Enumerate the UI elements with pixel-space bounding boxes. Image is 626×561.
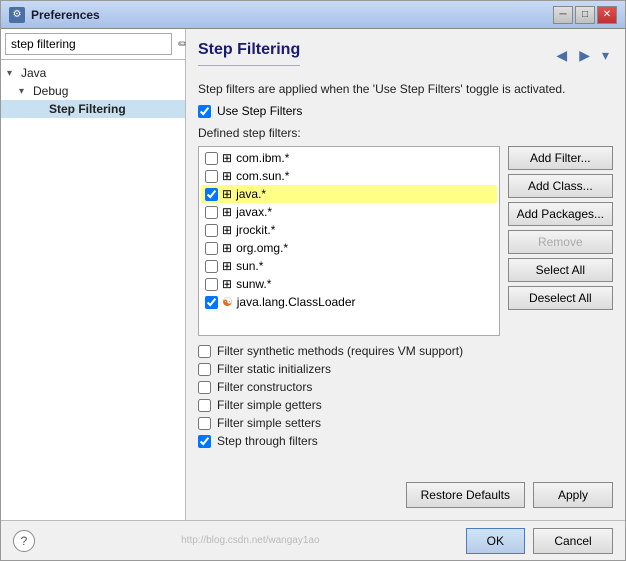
minimize-button[interactable]: ─ <box>553 6 573 24</box>
content-area: ✏ ▾ Java ▾ Debug Step Filtering S <box>1 29 625 520</box>
help-button[interactable]: ? <box>13 530 35 552</box>
add-class-button[interactable]: Add Class... <box>508 174 613 198</box>
list-item[interactable]: ⊞ javax.* <box>201 203 497 221</box>
filter-synthetic-row: Filter synthetic methods (requires VM su… <box>198 344 613 358</box>
window-controls: ─ □ ✕ <box>553 6 617 24</box>
filter-checkbox-sunw[interactable] <box>205 278 218 291</box>
filter-action-buttons: Add Filter... Add Class... Add Packages.… <box>508 146 613 336</box>
add-packages-button[interactable]: Add Packages... <box>508 202 613 226</box>
list-item[interactable]: ⊞ com.sun.* <box>201 167 497 185</box>
tree-arrow-java: ▾ <box>7 68 19 79</box>
page-title: Step Filtering <box>198 41 300 66</box>
remove-button[interactable]: Remove <box>508 230 613 254</box>
list-item[interactable]: ⊞ jrockit.* <box>201 221 497 239</box>
sidebar-label-java: Java <box>21 66 46 80</box>
maximize-button[interactable]: □ <box>575 6 595 24</box>
nav-toolbar: ◀ ▶ ▾ <box>552 45 613 66</box>
filter-static-row: Filter static initializers <box>198 362 613 376</box>
restore-defaults-button[interactable]: Restore Defaults <box>406 482 525 508</box>
ok-button[interactable]: OK <box>466 528 525 554</box>
filter-checkbox-classloader[interactable] <box>205 296 218 309</box>
deselect-all-button[interactable]: Deselect All <box>508 286 613 310</box>
use-step-filters-row: Use Step Filters <box>198 104 613 118</box>
search-box: ✏ <box>1 29 185 60</box>
filter-list-container: ⊞ com.ibm.* ⊞ com.sun.* ⊞ java.* <box>198 146 613 336</box>
use-step-filters-checkbox[interactable] <box>198 105 211 118</box>
footer-bar: ? http://blog.csdn.net/wangay1ao OK Canc… <box>1 520 625 560</box>
nav-back-button[interactable]: ◀ <box>552 45 571 66</box>
step-through-label[interactable]: Step through filters <box>217 434 318 448</box>
filter-constructors-row: Filter constructors <box>198 380 613 394</box>
filter-setters-checkbox[interactable] <box>198 417 211 430</box>
sidebar-item-java[interactable]: ▾ Java <box>1 64 185 82</box>
filter-checkbox-sun[interactable] <box>205 260 218 273</box>
filter-synthetic-checkbox[interactable] <box>198 345 211 358</box>
sidebar-item-step-filtering[interactable]: Step Filtering <box>1 100 185 118</box>
tree-area: ▾ Java ▾ Debug Step Filtering <box>1 60 185 520</box>
sidebar-label-debug: Debug <box>33 84 68 98</box>
watermark: http://blog.csdn.net/wangay1ao <box>181 535 319 546</box>
list-item[interactable]: ⊞ com.ibm.* <box>201 149 497 167</box>
footer-buttons: OK Cancel <box>466 528 613 554</box>
use-step-filters-label[interactable]: Use Step Filters <box>217 104 302 118</box>
sidebar-label-step-filtering: Step Filtering <box>49 102 126 116</box>
filter-constructors-label[interactable]: Filter constructors <box>217 380 312 394</box>
step-through-checkbox[interactable] <box>198 435 211 448</box>
filter-checkbox-com-ibm[interactable] <box>205 152 218 165</box>
step-through-row: Step through filters <box>198 434 613 448</box>
select-all-button[interactable]: Select All <box>508 258 613 282</box>
main-panel: Step Filtering ◀ ▶ ▾ Step filters are ap… <box>186 29 625 520</box>
filter-constructors-checkbox[interactable] <box>198 381 211 394</box>
window-icon: ⚙ <box>9 7 25 23</box>
filter-setters-label[interactable]: Filter simple setters <box>217 416 321 430</box>
sidebar: ✏ ▾ Java ▾ Debug Step Filtering <box>1 29 186 520</box>
list-item[interactable]: ⊞ sunw.* <box>201 275 497 293</box>
filter-static-checkbox[interactable] <box>198 363 211 376</box>
add-filter-button[interactable]: Add Filter... <box>508 146 613 170</box>
preferences-window: ⚙ Preferences ─ □ ✕ ✏ ▾ Java ▾ Debug <box>0 0 626 561</box>
close-button[interactable]: ✕ <box>597 6 617 24</box>
title-bar: ⚙ Preferences ─ □ ✕ <box>1 1 625 29</box>
tree-arrow-debug: ▾ <box>19 86 31 97</box>
nav-forward-button[interactable]: ▶ <box>575 45 594 66</box>
list-item[interactable]: ⊞ sun.* <box>201 257 497 275</box>
list-item[interactable]: ⊞ org.omg.* <box>201 239 497 257</box>
description-text: Step filters are applied when the 'Use S… <box>198 82 613 96</box>
filter-checkbox-com-sun[interactable] <box>205 170 218 183</box>
filter-checkbox-org-omg[interactable] <box>205 242 218 255</box>
sidebar-item-debug[interactable]: ▾ Debug <box>1 82 185 100</box>
apply-button[interactable]: Apply <box>533 482 613 508</box>
cancel-button[interactable]: Cancel <box>533 528 613 554</box>
window-title: Preferences <box>31 8 553 22</box>
filter-checkbox-jrockit[interactable] <box>205 224 218 237</box>
filter-checkbox-java[interactable] <box>205 188 218 201</box>
search-input[interactable] <box>5 33 172 55</box>
filter-synthetic-label[interactable]: Filter synthetic methods (requires VM su… <box>217 344 463 358</box>
bottom-buttons: Restore Defaults Apply <box>198 482 613 508</box>
filter-getters-checkbox[interactable] <box>198 399 211 412</box>
filter-setters-row: Filter simple setters <box>198 416 613 430</box>
defined-filters-label: Defined step filters: <box>198 126 613 140</box>
filter-static-label[interactable]: Filter static initializers <box>217 362 331 376</box>
filter-checkbox-javax[interactable] <box>205 206 218 219</box>
filter-getters-row: Filter simple getters <box>198 398 613 412</box>
list-item[interactable]: ⊞ java.* <box>201 185 497 203</box>
filter-getters-label[interactable]: Filter simple getters <box>217 398 322 412</box>
options-section: Filter synthetic methods (requires VM su… <box>198 344 613 448</box>
list-item[interactable]: ☯ java.lang.ClassLoader <box>201 293 497 311</box>
nav-menu-button[interactable]: ▾ <box>598 45 613 66</box>
filter-list: ⊞ com.ibm.* ⊞ com.sun.* ⊞ java.* <box>198 146 500 336</box>
